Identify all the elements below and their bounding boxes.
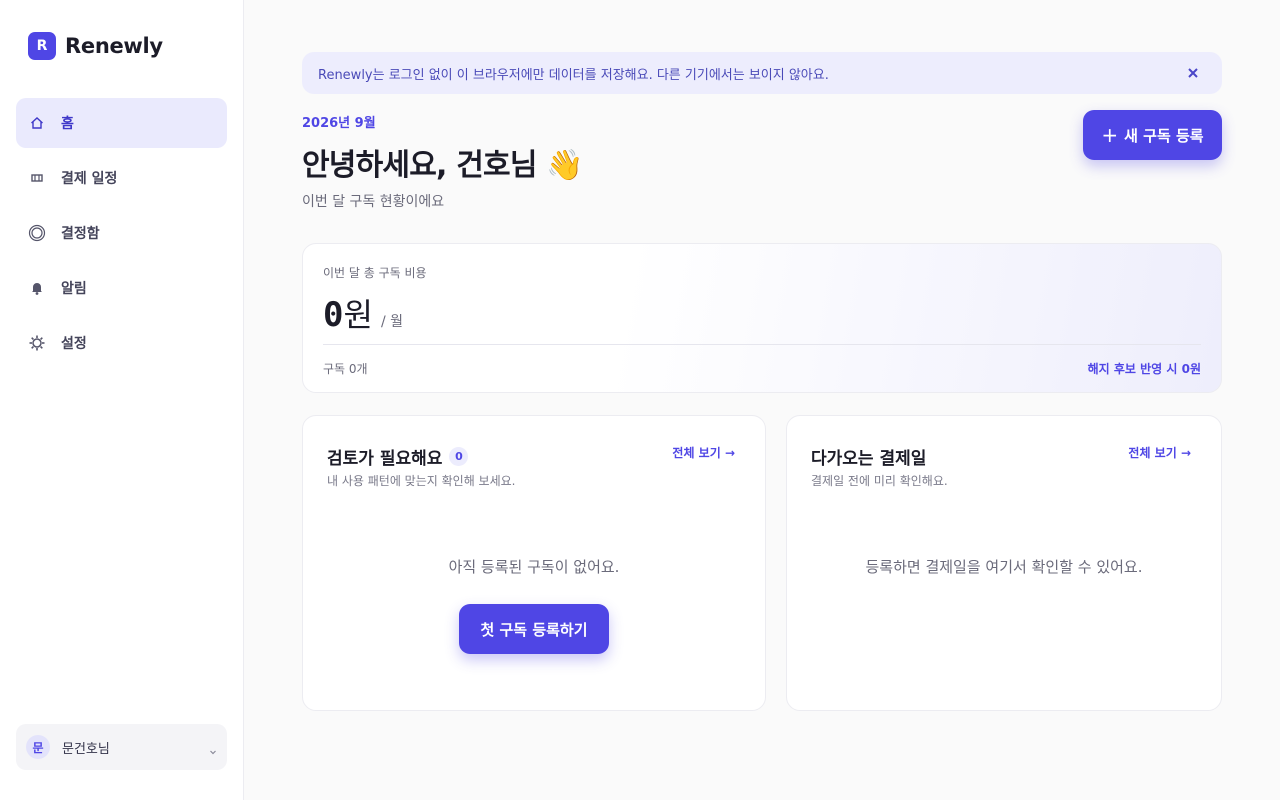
user-menu[interactable]: 문 문건호님 [16,724,227,770]
first-subscription-button[interactable]: 첫 구독 등록하기 [459,604,609,654]
sidebar-item-decisions[interactable]: 결정함 [16,208,227,258]
sidebar-item-alerts[interactable]: 알림 [16,263,227,313]
bell-icon [28,279,46,297]
brand[interactable]: R Renewly [28,32,163,60]
sidebar: R Renewly 홈 결제 일정 결정함 알림 설정 문 문건호님 [0,0,244,800]
upcoming-payments-panel: 다가오는 결제일 결제일 전에 미리 확인해요. 전체 보기 → 등록하면 결제… [786,415,1222,711]
review-title-text: 검토가 필요해요 [327,449,443,469]
add-subscription-label: 새 구독 등록 [1124,126,1204,145]
review-panel-description: 내 사용 패턴에 맞는지 확인해 보세요. [327,474,516,488]
storage-notice-banner: Renewly는 로그인 없이 이 브라우저에만 데이터를 저장해요. 다른 기… [302,52,1222,94]
review-count-badge: 0 [449,447,469,466]
notice-text: Renewly는 로그인 없이 이 브라우저에만 데이터를 저장해요. 다른 기… [318,67,829,83]
upcoming-panel-title: 다가오는 결제일 [811,449,927,469]
subscription-count: 구독 0개 [323,362,368,376]
brand-logo: R [28,32,56,60]
avatar: 문 [26,735,50,759]
page-title: 안녕하세요, 건호님 👋 [302,148,584,183]
upcoming-panel-description: 결제일 전에 미리 확인해요. [811,474,948,488]
summary-amount: 0 원 / 월 [323,290,403,336]
sidebar-item-label: 결정함 [61,226,100,242]
page-subtitle: 이번 달 구독 현황이에요 [302,194,445,210]
summary-label: 이번 달 총 구독 비용 [323,266,427,280]
review-panel: 검토가 필요해요 0 내 사용 패턴에 맞는지 확인해 보세요. 전체 보기 →… [302,415,766,711]
brand-name: Renewly [65,34,163,58]
divider [323,344,1201,345]
sidebar-item-settings[interactable]: 설정 [16,318,227,368]
amount-period: / 월 [380,314,403,330]
calendar-icon [28,169,46,187]
sidebar-nav: 홈 결제 일정 결정함 알림 설정 [16,98,227,373]
sidebar-item-label: 결제 일정 [61,171,118,187]
target-icon [28,224,46,242]
sidebar-item-schedule[interactable]: 결제 일정 [16,153,227,203]
sidebar-item-label: 알림 [61,281,87,297]
upcoming-empty-state: 등록하면 결제일을 여기서 확인할 수 있어요. [865,558,1143,576]
upcoming-view-all-link[interactable]: 전체 보기 → [1128,444,1191,461]
review-empty-state: 아직 등록된 구독이 없어요. [448,558,620,576]
close-icon[interactable] [1186,65,1200,84]
amount-value: 0 [323,295,344,335]
monthly-summary-card: 이번 달 총 구독 비용 0 원 / 월 구독 0개 해지 후보 반영 시 0원 [302,243,1222,393]
home-icon [28,114,46,132]
sidebar-item-label: 홈 [61,116,74,132]
gear-icon [28,334,46,352]
plus-icon: + [1101,123,1119,147]
cancel-projection: 해지 후보 반영 시 0원 [1087,362,1201,376]
sidebar-item-home[interactable]: 홈 [16,98,227,148]
chevron-down-icon [209,741,217,760]
review-panel-title: 검토가 필요해요 0 [327,444,469,469]
amount-currency: 원 [343,296,373,334]
sidebar-item-label: 설정 [61,336,87,352]
review-view-all-link[interactable]: 전체 보기 → [672,444,735,461]
add-subscription-button[interactable]: + 새 구독 등록 [1083,110,1222,160]
current-month: 2026년 9월 [302,116,376,131]
user-name: 문건호님 [62,741,110,757]
